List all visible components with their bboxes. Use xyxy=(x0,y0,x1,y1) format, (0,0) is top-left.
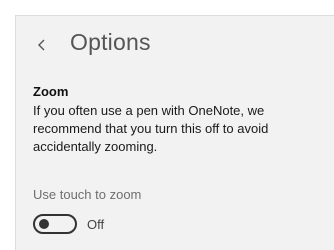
chevron-left-icon xyxy=(38,39,45,51)
zoom-description: If you often use a pen with OneNote, we … xyxy=(33,103,269,154)
touch-zoom-toggle-row: Off xyxy=(33,214,104,234)
options-panel: Options Zoom If you often use a pen with… xyxy=(15,15,334,250)
panel-header: Options xyxy=(16,16,334,74)
touch-zoom-toggle[interactable] xyxy=(33,214,77,234)
back-button[interactable] xyxy=(34,33,48,57)
touch-zoom-label: Use touch to zoom xyxy=(33,187,142,202)
toggle-state-label: Off xyxy=(87,216,105,232)
zoom-section-title: Zoom xyxy=(33,84,69,99)
toggle-knob xyxy=(39,219,49,229)
page-title: Options xyxy=(70,29,151,55)
